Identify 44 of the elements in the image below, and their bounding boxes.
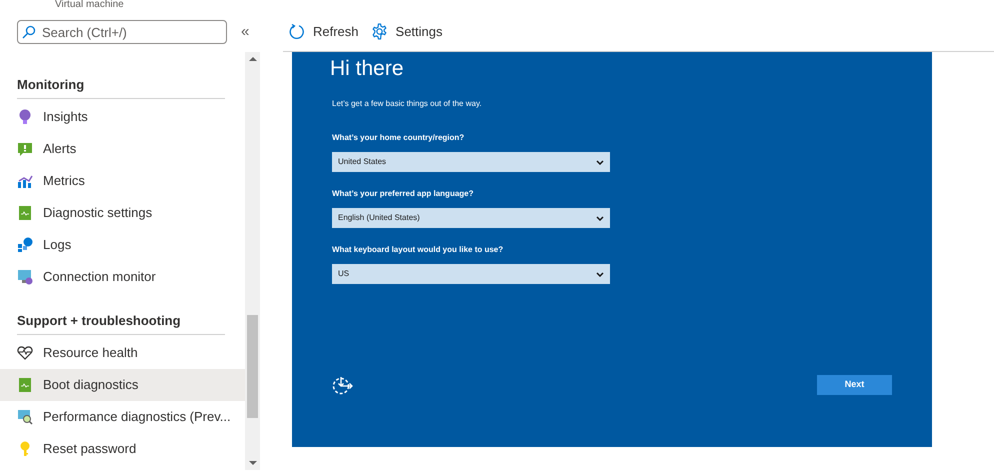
search-field[interactable]: Search (Ctrl+/) bbox=[17, 20, 227, 44]
refresh-icon bbox=[289, 24, 305, 40]
screen-subtitle: Let’s get a few basic things out of the way. bbox=[332, 98, 483, 110]
nav-item[interactable]: Reset password bbox=[0, 433, 245, 465]
section-header: Monitoring bbox=[17, 77, 84, 92]
item-icon bbox=[17, 237, 33, 253]
dropdown[interactable]: English (United States) bbox=[332, 208, 610, 228]
next-button[interactable]: Next bbox=[817, 375, 892, 395]
chevron-down-icon bbox=[596, 160, 604, 164]
field-label: What’s your home country/region? bbox=[332, 132, 466, 144]
field-label: What keyboard layout would you like to use? bbox=[332, 244, 504, 256]
accessibility-icon bbox=[332, 375, 354, 395]
toolbar-button[interactable]: Refresh bbox=[289, 22, 359, 42]
dropdown[interactable]: US bbox=[332, 264, 610, 284]
nav-item[interactable]: Boot diagnostics bbox=[0, 369, 245, 401]
item-icon bbox=[18, 377, 32, 393]
nav-item[interactable]: Connection monitor bbox=[0, 261, 245, 293]
field-label: What’s your preferred app language? bbox=[332, 188, 475, 200]
settings-icon bbox=[370, 23, 388, 40]
item-icon bbox=[18, 205, 32, 221]
nav-item[interactable]: Resource health bbox=[0, 337, 245, 369]
item-icon bbox=[17, 269, 33, 285]
item-icon bbox=[17, 346, 33, 360]
resource-type: Virtual machine bbox=[55, 0, 124, 10]
section-header: Support + troubleshooting bbox=[17, 313, 181, 328]
nav-item[interactable]: Performance diagnostics (Prev... bbox=[0, 401, 245, 433]
toolbar-button[interactable]: Settings bbox=[370, 22, 443, 42]
item-icon bbox=[19, 441, 31, 457]
dropdown[interactable]: United States bbox=[332, 152, 610, 172]
chevron-down-icon bbox=[596, 216, 604, 220]
collapse-button[interactable]: « bbox=[241, 20, 250, 44]
nav-item[interactable]: Metrics bbox=[0, 165, 245, 197]
search-icon bbox=[22, 25, 36, 39]
nav-item[interactable]: Logs bbox=[0, 229, 245, 261]
item-icon bbox=[18, 109, 32, 125]
nav-item[interactable]: Alerts bbox=[0, 133, 245, 165]
nav-item[interactable]: Insights bbox=[0, 101, 245, 133]
scrollbar[interactable] bbox=[245, 52, 260, 470]
item-icon bbox=[17, 142, 33, 156]
item-icon bbox=[17, 409, 33, 425]
chevron-down-icon bbox=[596, 272, 604, 276]
screen-title: Hi there bbox=[330, 56, 405, 82]
item-icon bbox=[17, 174, 33, 188]
nav-item[interactable]: Diagnostic settings bbox=[0, 197, 245, 229]
